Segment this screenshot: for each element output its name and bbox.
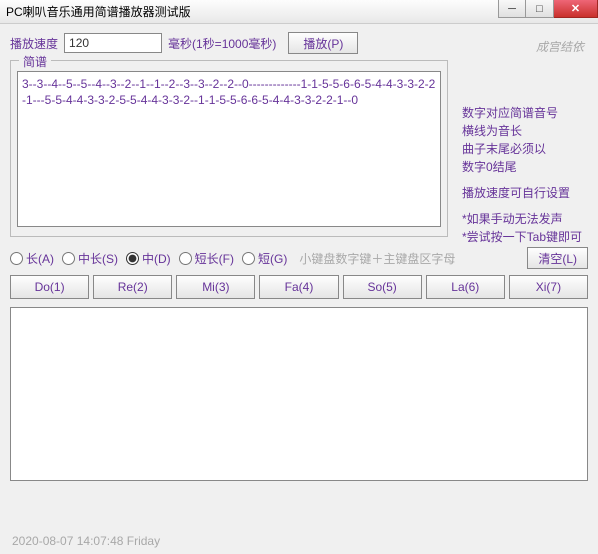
note-so-button[interactable]: So(5) [343,275,422,299]
help-line: 数字0结尾 [462,158,584,176]
author-label: 成宫结依 [536,38,584,55]
key-hint-label: 小键盘数字键＋主键盘区字母 [299,250,455,267]
length-label: 短(G) [258,250,287,267]
notation-groupbox: 简谱 3--3--4--5--5--4--3--2--1--1--2--3--3… [10,60,448,237]
window-title: PC喇叭音乐通用简谱播放器测试版 [6,3,191,20]
play-button[interactable]: 播放(P) [288,32,358,54]
speed-label: 播放速度 [10,35,58,52]
note-do-button[interactable]: Do(1) [10,275,89,299]
help-line: *如果手动无法发声 [462,210,584,228]
help-line: 横线为音长 [462,122,584,140]
close-button[interactable]: ✕ [554,0,598,18]
note-xi-button[interactable]: Xi(7) [509,275,588,299]
help-panel: 数字对应简谱音号 横线为音长 曲子末尾必须以 数字0结尾 播放速度可自行设置 *… [462,104,584,246]
note-fa-button[interactable]: Fa(4) [259,275,338,299]
note-mi-button[interactable]: Mi(3) [176,275,255,299]
note-la-button[interactable]: La(6) [426,275,505,299]
help-line: 曲子末尾必须以 [462,140,584,158]
minimize-button[interactable]: ─ [498,0,526,18]
length-label: 长(A) [26,250,54,267]
speed-input[interactable] [64,33,162,53]
clear-button[interactable]: 清空(L) [527,247,588,269]
length-radio-d[interactable]: 中(D) [126,250,171,267]
speed-unit-label: 毫秒(1秒=1000毫秒) [168,35,276,52]
length-label: 中长(S) [78,250,118,267]
help-line: *尝试按一下Tab键即可 [462,228,584,246]
maximize-button[interactable]: □ [526,0,554,18]
output-textarea[interactable] [10,307,588,481]
status-bar: 2020-08-07 14:07:48 Friday [12,534,160,548]
length-radio-f[interactable]: 短长(F) [179,250,234,267]
length-label: 短长(F) [195,250,234,267]
length-radio-s[interactable]: 中长(S) [62,250,118,267]
note-re-button[interactable]: Re(2) [93,275,172,299]
notation-textarea[interactable]: 3--3--4--5--5--4--3--2--1--1--2--3--3--2… [17,71,441,227]
length-radio-a[interactable]: 长(A) [10,250,54,267]
length-radio-g[interactable]: 短(G) [242,250,287,267]
notation-legend: 简谱 [19,53,51,70]
help-line: 播放速度可自行设置 [462,184,584,202]
titlebar: PC喇叭音乐通用简谱播放器测试版 ─ □ ✕ [0,0,598,24]
length-label: 中(D) [142,250,171,267]
help-line: 数字对应简谱音号 [462,104,584,122]
